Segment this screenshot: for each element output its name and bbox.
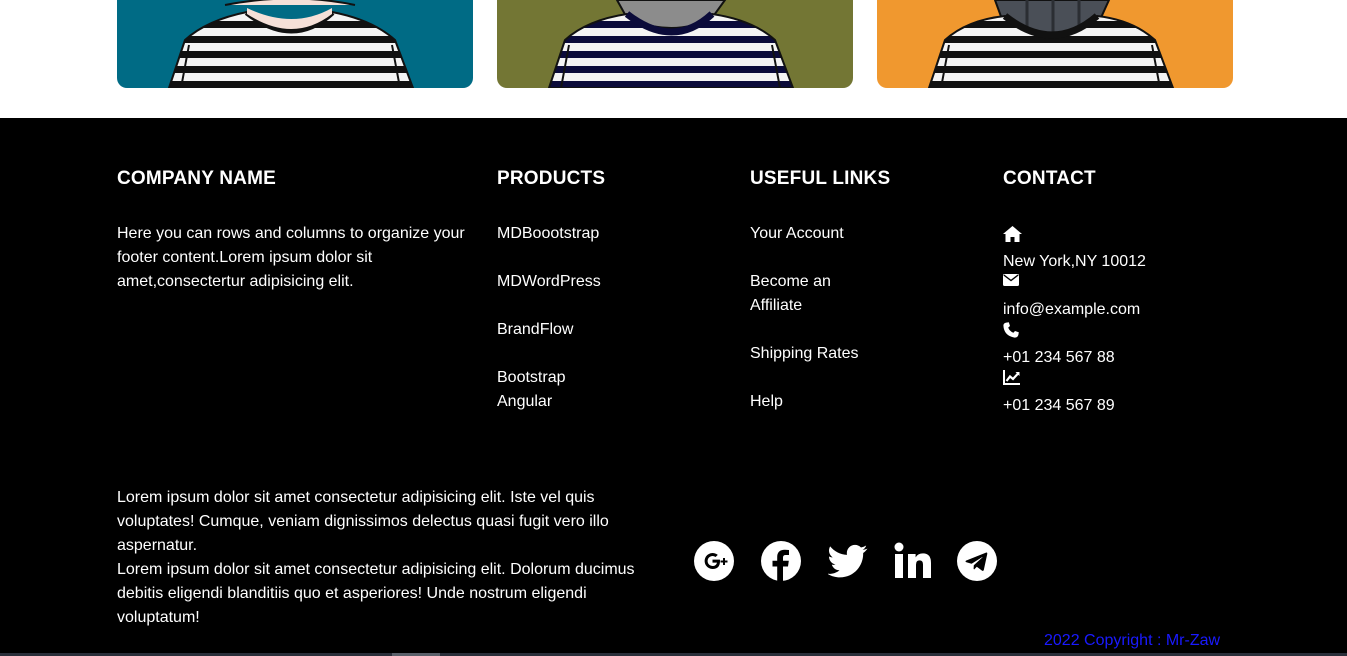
link-shipping-rates[interactable]: Shipping Rates: [750, 342, 859, 366]
link-your-account[interactable]: Your Account: [750, 222, 844, 246]
team-card-1: [117, 0, 473, 88]
home-icon: [1003, 226, 1023, 250]
google-plus-icon[interactable]: [694, 541, 734, 581]
product-link-brandflow[interactable]: BrandFlow: [497, 318, 573, 342]
team-section: [0, 0, 1347, 118]
contact-heading: CONTACT: [1003, 168, 1096, 189]
team-card-2: [497, 0, 853, 88]
product-link-mdwordpress[interactable]: MDWordPress: [497, 270, 601, 294]
person-illustration: [927, 0, 1175, 88]
product-link-mdbootstrap[interactable]: MDBoootstrap: [497, 222, 599, 246]
company-description: Here you can rows and columns to organiz…: [117, 225, 465, 290]
link-help[interactable]: Help: [750, 390, 783, 414]
contact-email: info@example.com: [1003, 270, 1140, 322]
twitter-icon[interactable]: [828, 541, 868, 581]
contact-fax-value: +01 234 567 89: [1003, 397, 1115, 414]
link-become-affiliate[interactable]: Become an Affiliate: [750, 270, 845, 318]
contact-fax: +01 234 567 89: [1003, 366, 1115, 418]
person-illustration: [167, 0, 415, 88]
chart-line-icon: [1003, 370, 1023, 394]
linkedin-icon[interactable]: [893, 541, 933, 581]
product-link-bootstrap-angular[interactable]: Bootstrap Angular: [497, 366, 587, 414]
contact-phone: +01 234 567 88: [1003, 318, 1115, 370]
products-heading: PRODUCTS: [497, 168, 606, 189]
useful-links-heading: USEFUL LINKS: [750, 168, 891, 189]
about-paragraph-2: Lorem ipsum dolor sit amet consectetur a…: [117, 561, 635, 626]
phone-icon: [1003, 322, 1023, 346]
envelope-icon: [1003, 274, 1023, 298]
footer: COMPANY NAME Here you can rows and colum…: [0, 118, 1347, 656]
person-illustration: [547, 0, 795, 88]
contact-address: New York,NY 10012: [1003, 222, 1146, 274]
footer-about-text: Lorem ipsum dolor sit amet consectetur a…: [117, 486, 657, 630]
company-heading: COMPANY NAME: [117, 168, 276, 189]
about-paragraph-1: Lorem ipsum dolor sit amet consectetur a…: [117, 489, 609, 554]
copyright-text: 2022 Copyright : Mr-Zaw: [1044, 632, 1221, 649]
telegram-icon[interactable]: [957, 541, 997, 581]
facebook-icon[interactable]: [761, 541, 801, 581]
team-card-3: [877, 0, 1233, 88]
